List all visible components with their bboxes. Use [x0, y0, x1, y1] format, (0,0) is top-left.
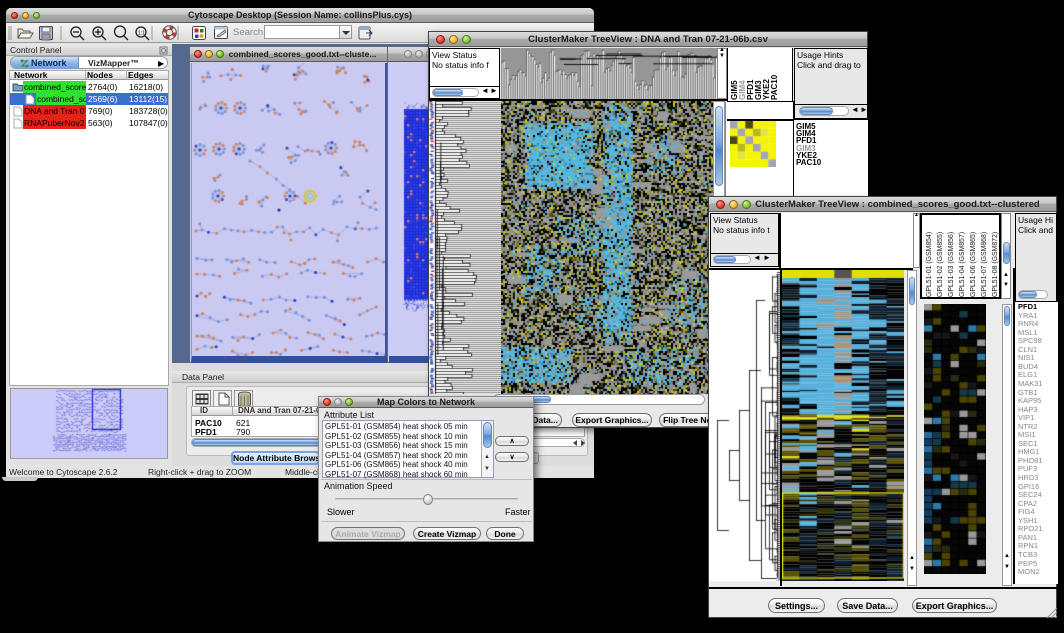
- svg-text:GPL51-02 (GSM855): GPL51-02 (GSM855): [937, 232, 944, 297]
- svg-text:GPL51-06 (GSM865): GPL51-06 (GSM865): [970, 232, 977, 297]
- svg-text:GPL51-03 (GSM856): GPL51-03 (GSM856): [948, 232, 955, 297]
- svg-text:1:1: 1:1: [138, 31, 145, 37]
- svg-text:GPL51-01 (GSM854): GPL51-01 (GSM854): [926, 232, 933, 297]
- svg-text:GPL51-08 (GSM872): GPL51-08 (GSM872): [992, 232, 999, 297]
- svg-text:PAC10: PAC10: [770, 74, 779, 100]
- svg-text:GPL51-04 (GSM857): GPL51-04 (GSM857): [959, 232, 966, 297]
- svg-text:GPL51-07 (GSM868): GPL51-07 (GSM868): [981, 232, 988, 297]
